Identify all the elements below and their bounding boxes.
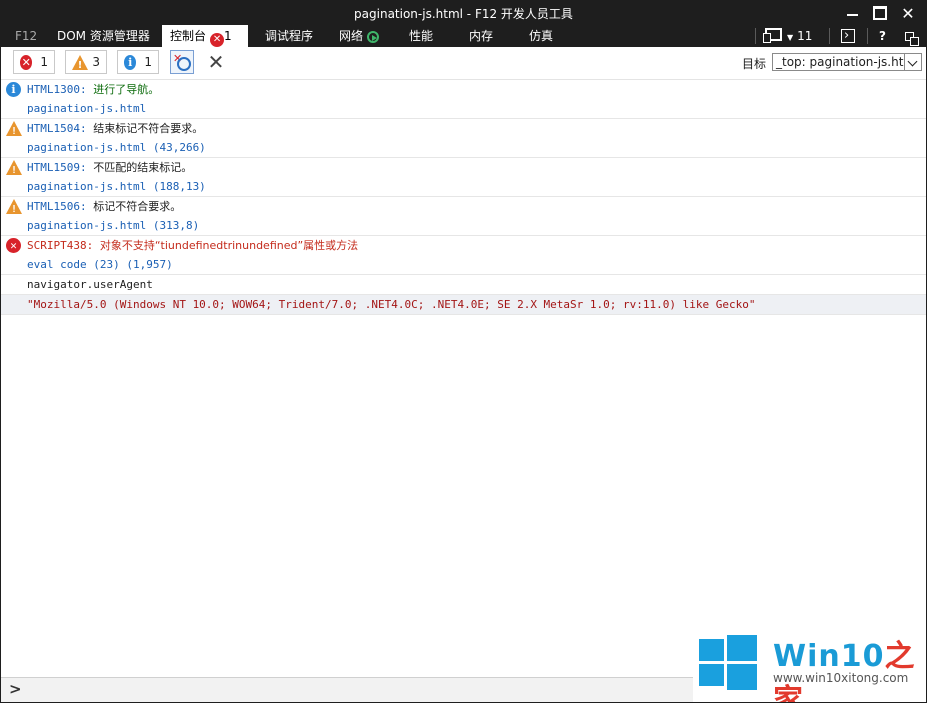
messages-filter-count: 1 xyxy=(144,55,152,69)
minimize-icon xyxy=(846,14,858,16)
console-message: i HTML1300: 进行了导航。 pagination-js.html xyxy=(1,80,926,119)
message-code: HTML1300: xyxy=(27,83,87,96)
message-text: 不匹配的结束标记。 xyxy=(93,161,193,174)
tab-bar: F12 DOM 资源管理器 控制台 ✕ 1 调试程序 网络 性能 内存 仿真 ▼ 11… xyxy=(1,25,926,47)
play-icon xyxy=(367,31,380,43)
tab-performance[interactable]: 性能 xyxy=(401,25,441,47)
title-bar: pagination-js.html - F12 开发人员工具 ✕ xyxy=(1,1,926,25)
message-text: 结束标记不符合要求。 xyxy=(93,122,204,135)
console-toggle-button[interactable] xyxy=(841,25,855,47)
message-code: HTML1509: xyxy=(27,161,87,174)
source-link[interactable]: pagination-js.html xyxy=(27,102,146,115)
tab-memory[interactable]: 内存 xyxy=(461,25,501,47)
target-label: 目标 xyxy=(741,57,766,71)
warning-icon: ! xyxy=(6,199,22,215)
clear-on-navigate-toggle[interactable]: ✕ xyxy=(170,50,194,74)
result-value: "Mozilla/5.0 (Windows NT 10.0; WOW64; Tr… xyxy=(27,298,756,311)
message-code: SCRIPT438: xyxy=(27,239,94,252)
warnings-filter-count: 3 xyxy=(92,55,100,69)
divider xyxy=(829,28,830,44)
console-icon xyxy=(841,25,855,47)
console-message: ! HTML1506: 标记不符合要求。 pagination-js.html … xyxy=(1,197,926,236)
message-text: 进行了导航。 xyxy=(93,83,160,96)
info-icon: i xyxy=(6,82,21,97)
message-code: HTML1504: xyxy=(27,122,87,135)
tab-dom-explorer[interactable]: DOM 资源管理器 xyxy=(49,25,158,47)
tab-f12[interactable]: F12 xyxy=(7,25,45,47)
chevron-down-icon xyxy=(904,54,921,70)
maximize-icon xyxy=(873,6,887,20)
source-link[interactable]: pagination-js.html (313,8) xyxy=(27,219,199,232)
console-message: ! HTML1509: 不匹配的结束标记。 pagination-js.html… xyxy=(1,158,926,197)
source-link[interactable]: eval code (23) (1,957) xyxy=(27,258,173,271)
tab-network-label: 网络 xyxy=(339,29,364,43)
tab-error-count: 1 xyxy=(224,29,232,43)
target-select[interactable]: _top: pagination-js.html xyxy=(772,53,922,71)
watermark: Win10之家 www.win10xitong.com xyxy=(693,623,926,702)
warning-icon: ! xyxy=(72,54,88,71)
windows-logo-icon xyxy=(699,633,757,691)
warning-icon: ! xyxy=(6,121,22,137)
console-message: ! HTML1504: 结束标记不符合要求。 pagination-js.htm… xyxy=(1,119,926,158)
message-code: HTML1506: xyxy=(27,200,87,213)
window-title: pagination-js.html - F12 开发人员工具 xyxy=(354,7,573,21)
close-button[interactable]: ✕ xyxy=(894,1,922,25)
source-link[interactable]: pagination-js.html (43,266) xyxy=(27,141,206,154)
watermark-brand: Win10之家 xyxy=(773,631,926,702)
divider xyxy=(755,28,756,44)
console-toolbar: ✕ 1 ! 3 i1 ✕ ✕ 目标 _top: pagination-js.html xyxy=(1,47,926,80)
device-emulation-icon xyxy=(763,28,782,43)
error-icon: ✕ xyxy=(20,54,33,70)
tab-network[interactable]: 网络 xyxy=(331,25,387,47)
tab-console-label: 控制台 xyxy=(170,29,207,43)
errors-filter-count: 1 xyxy=(40,55,48,69)
watermark-brand-a: Win10 xyxy=(773,639,885,674)
tab-debugger[interactable]: 调试程序 xyxy=(257,25,321,47)
close-icon: ✕ xyxy=(901,3,915,23)
clear-icon: ✕ xyxy=(207,50,225,74)
undock-icon xyxy=(905,32,919,46)
warning-icon: ! xyxy=(6,160,22,176)
message-text: 对象不支持“tiundefinedtrinundefined”属性或方法 xyxy=(99,239,359,252)
console-message: ✕ SCRIPT438: 对象不支持“tiundefinedtrinundefi… xyxy=(1,236,926,275)
console-output: i HTML1300: 进行了导航。 pagination-js.html ! … xyxy=(1,80,926,678)
console-result: "Mozilla/5.0 (Windows NT 10.0; WOW64; Tr… xyxy=(1,295,926,315)
target-select-value: _top: pagination-js.html xyxy=(776,55,919,69)
warnings-filter-button[interactable]: ! 3 xyxy=(65,50,107,74)
minimize-button[interactable] xyxy=(838,1,866,25)
info-icon: i xyxy=(124,54,137,70)
input-expression: navigator.userAgent xyxy=(27,278,153,291)
tab-error-icon: ✕ xyxy=(210,33,225,47)
maximize-button[interactable] xyxy=(866,1,894,25)
undock-button[interactable] xyxy=(905,25,919,47)
chevron-down-icon: ▼ xyxy=(787,33,794,42)
message-text: 标记不符合要求。 xyxy=(93,200,182,213)
tab-console[interactable]: 控制台 ✕ 1 xyxy=(162,25,248,47)
messages-filter-button[interactable]: i1 xyxy=(117,50,159,74)
divider xyxy=(867,28,868,44)
console-input-echo: navigator.userAgent xyxy=(1,275,926,295)
prompt-icon: > xyxy=(9,680,22,698)
source-link[interactable]: pagination-js.html (188,13) xyxy=(27,180,206,193)
navigate-icon xyxy=(177,57,191,71)
watermark-url: www.win10xitong.com xyxy=(773,671,909,685)
document-mode-value: 11 xyxy=(797,29,813,43)
clear-console-button[interactable]: ✕ xyxy=(204,50,228,74)
f12-devtools-window: pagination-js.html - F12 开发人员工具 ✕ F12 DO… xyxy=(0,0,927,703)
tab-emulation[interactable]: 仿真 xyxy=(521,25,561,47)
help-button[interactable]: ? xyxy=(879,25,886,47)
error-icon: ✕ xyxy=(6,238,21,253)
errors-filter-button[interactable]: ✕ 1 xyxy=(13,50,55,74)
emulation-selector[interactable]: ▼ 11 xyxy=(763,25,813,47)
